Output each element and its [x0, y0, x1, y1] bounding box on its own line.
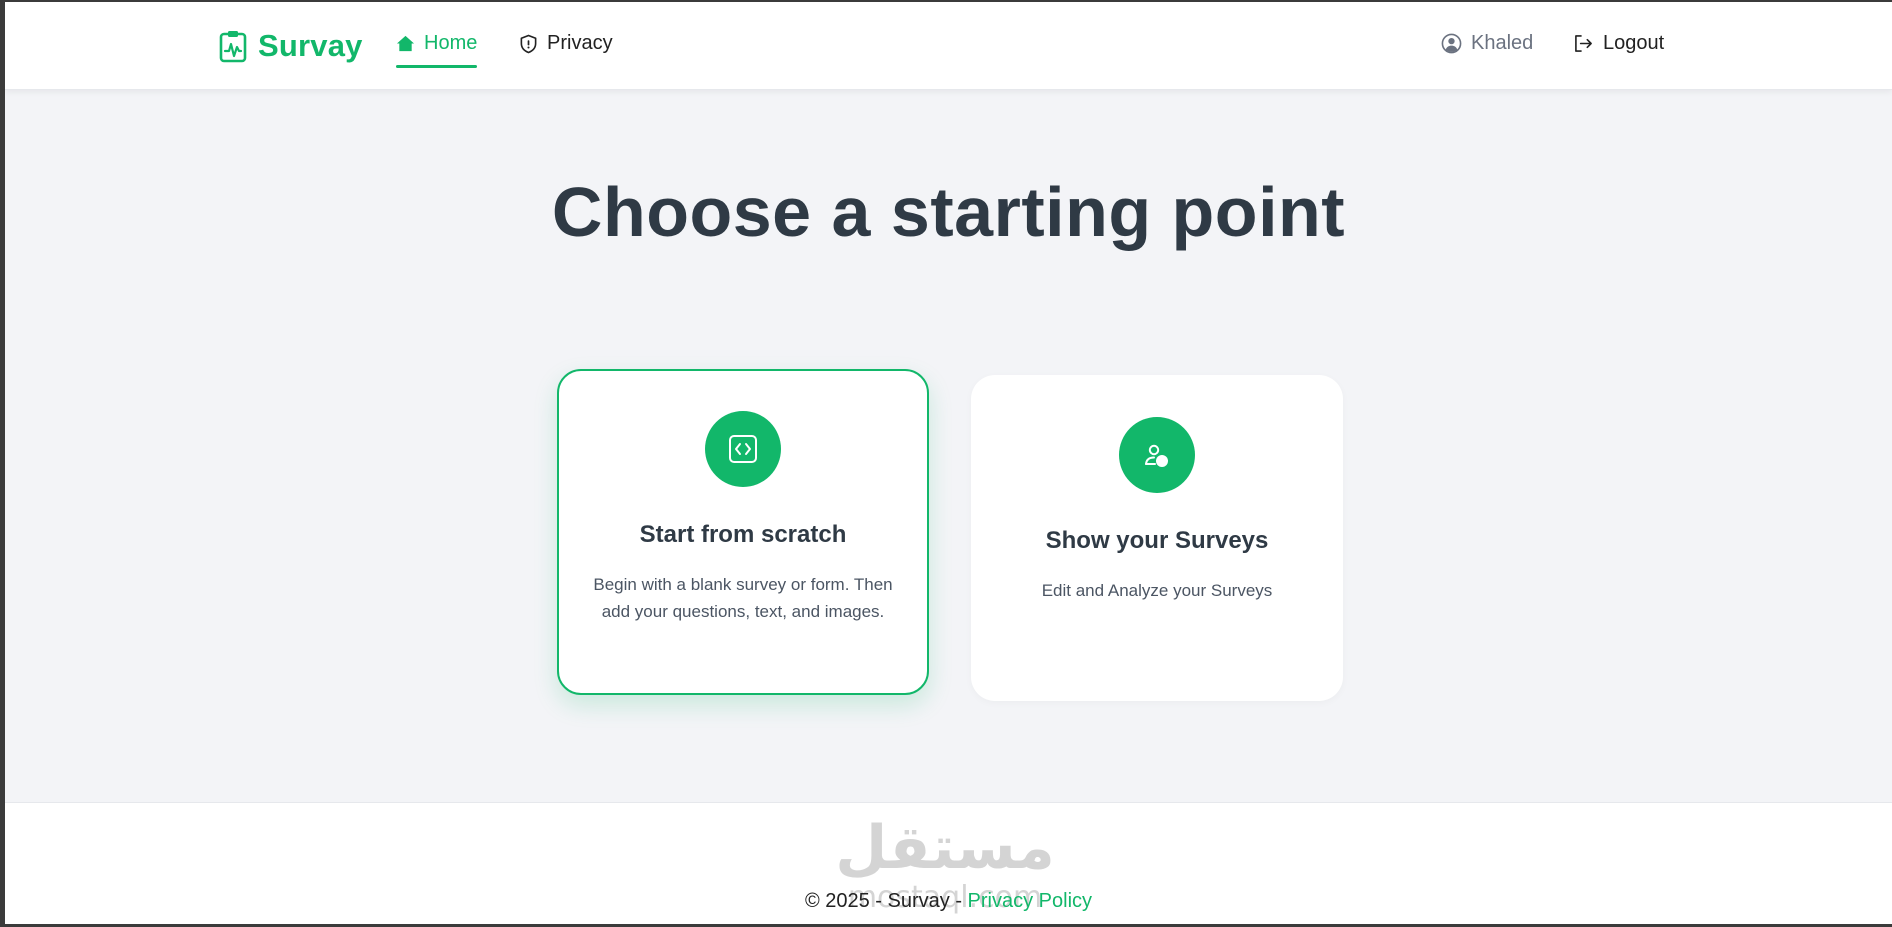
browser-viewport: Survay Home Privacy Khaled Logout Choose… — [5, 2, 1892, 924]
privacy-policy-link[interactable]: Privacy Policy — [968, 890, 1092, 912]
clipboard-pulse-icon — [219, 31, 247, 63]
nav-home-link[interactable]: Home — [396, 32, 478, 68]
logout-label: Logout — [1603, 32, 1665, 54]
user-profile-link[interactable]: Khaled — [1441, 32, 1533, 55]
logout-icon — [1575, 35, 1592, 52]
top-navbar: Survay Home Privacy Khaled Logout — [5, 2, 1892, 90]
brand-logo-link[interactable]: Survay — [218, 28, 363, 64]
card-title: Show your Surveys — [1045, 527, 1269, 554]
home-icon — [396, 35, 415, 52]
shield-icon — [520, 34, 537, 53]
user-circle-icon — [1441, 33, 1462, 54]
brand-name: Survay — [258, 28, 363, 63]
nav-home-label: Home — [424, 32, 478, 54]
footer-copyright: © 2025 - Survay - Privacy Policy — [5, 890, 1892, 913]
nav-privacy-label: Privacy — [547, 32, 613, 54]
card-description: Edit and Analyze your Surveys — [1041, 581, 1273, 600]
card-description: Begin with a blank survey or form. Then … — [593, 575, 893, 621]
card-icon-badge — [1119, 417, 1195, 493]
page-title: Choose a starting point — [551, 173, 1346, 251]
code-square-icon — [729, 435, 757, 463]
start-from-scratch-card[interactable]: Start from scratch Begin with a blank su… — [557, 369, 929, 695]
show-surveys-card[interactable]: Show your Surveys Edit and Analyze your … — [971, 375, 1343, 701]
user-check-icon — [1145, 444, 1168, 467]
logout-button[interactable]: Logout — [1573, 32, 1664, 55]
user-name: Khaled — [1471, 32, 1534, 54]
nav-privacy-link[interactable]: Privacy — [519, 32, 613, 55]
card-icon-badge — [705, 411, 781, 487]
watermark-arabic: مستقل — [835, 813, 1055, 883]
copyright-text: © 2025 - Survay - — [804, 890, 968, 912]
card-title: Start from scratch — [639, 521, 847, 548]
